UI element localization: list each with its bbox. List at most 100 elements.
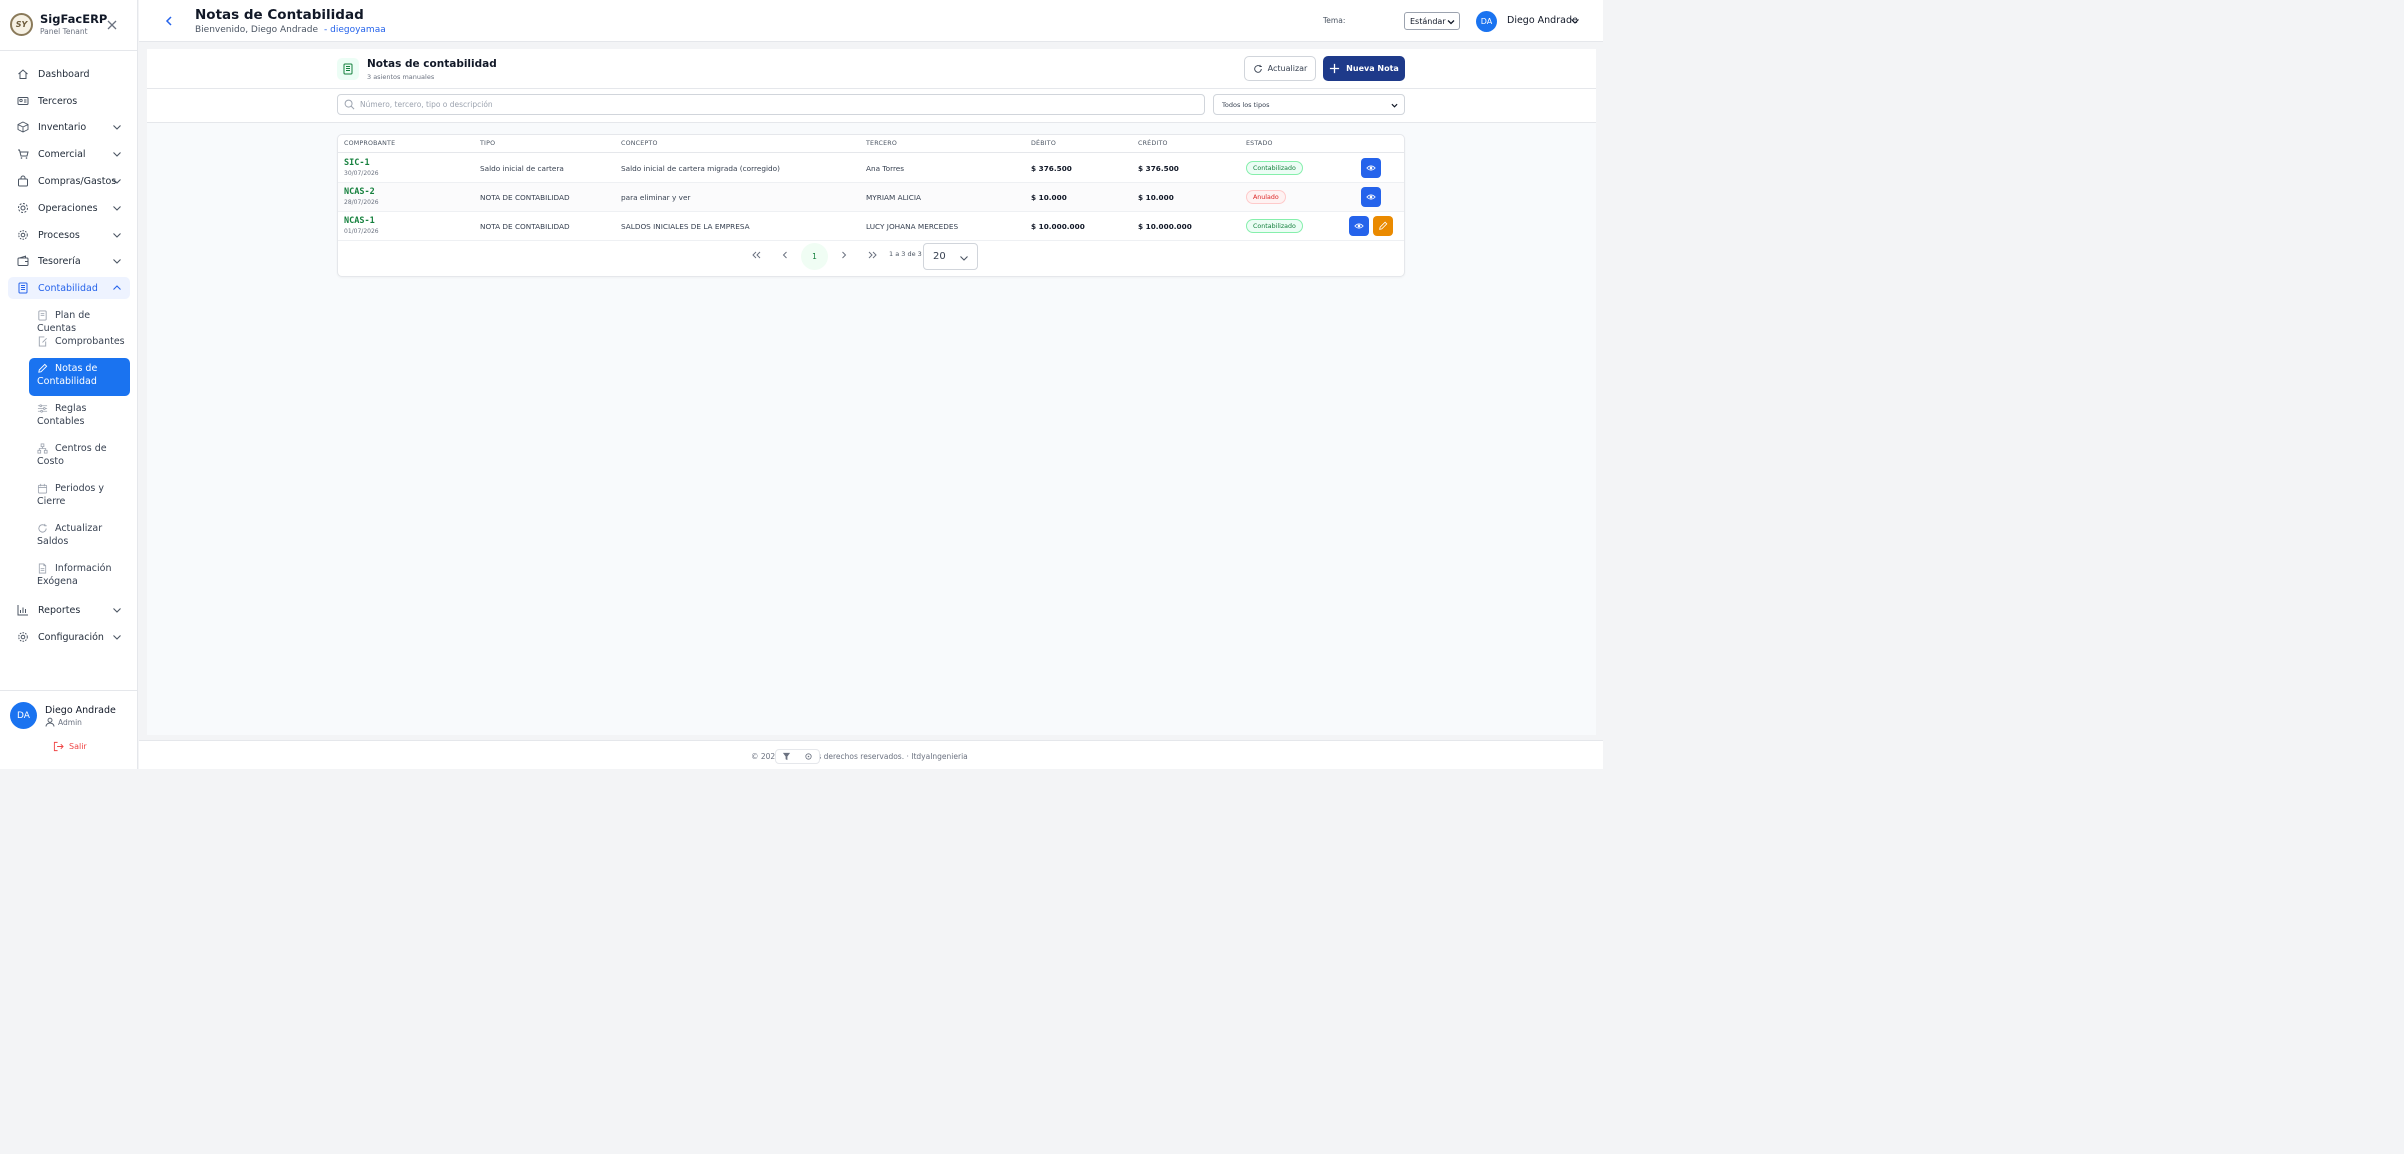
sidebar-subitem-label: Comprobantes bbox=[55, 336, 125, 347]
new-note-button-label: Nueva Nota bbox=[1346, 64, 1399, 73]
column-header: CONCEPTO bbox=[621, 140, 658, 147]
back-chevron-icon[interactable] bbox=[164, 15, 174, 27]
id-card-icon bbox=[17, 97, 29, 105]
sidebar-item-terceros[interactable]: Terceros bbox=[8, 90, 130, 112]
crosshair-icon[interactable] bbox=[804, 752, 813, 761]
sidebar-item-contabilidad[interactable]: Contabilidad bbox=[8, 277, 130, 299]
view-button[interactable] bbox=[1361, 158, 1381, 178]
chevron-down-icon bbox=[113, 259, 121, 264]
sidebar-item-procesos[interactable]: Procesos bbox=[8, 224, 130, 246]
prev-page-icon[interactable] bbox=[778, 248, 792, 262]
table-row[interactable]: NCAS-2 28/07/2026 NOTA DE CONTABILIDAD p… bbox=[338, 183, 1404, 212]
type-filter-select[interactable]: Todos los tipos bbox=[1213, 94, 1405, 115]
chevron-down-icon bbox=[113, 608, 121, 613]
voucher-code[interactable]: NCAS-1 bbox=[344, 216, 375, 226]
section-title: Notas de contabilidad bbox=[367, 58, 497, 70]
pagination: 1 1 a 3 de 3 20 bbox=[338, 241, 1404, 271]
row-concepto: Saldo inicial de cartera migrada (correg… bbox=[621, 164, 780, 173]
refresh-button[interactable]: Actualizar bbox=[1244, 56, 1316, 81]
table-row[interactable]: NCAS-1 01/07/2026 NOTA DE CONTABILIDAD S… bbox=[338, 212, 1404, 241]
row-tercero: LUCY JOHANA MERCEDES bbox=[866, 222, 959, 231]
table-row[interactable]: SIC-1 30/07/2026 Saldo inicial de carter… bbox=[338, 154, 1404, 183]
theme-select[interactable]: Estándar bbox=[1404, 12, 1460, 30]
pagination-info: 1 a 3 de 3 bbox=[889, 250, 922, 258]
last-page-icon[interactable] bbox=[866, 248, 880, 262]
table-header: COMPROBANTE TIPO CONCEPTO TERCERO DÉBITO… bbox=[338, 135, 1404, 153]
logout-button[interactable]: Salir bbox=[53, 741, 87, 752]
row-tercero: Ana Torres bbox=[866, 164, 905, 173]
edit-button[interactable] bbox=[1373, 216, 1393, 236]
top-header: Notas de Contabilidad Bienvenido, Diego … bbox=[139, 0, 1603, 42]
search-icon bbox=[344, 99, 355, 110]
chevron-down-icon bbox=[113, 125, 121, 130]
notes-table: COMPROBANTE TIPO CONCEPTO TERCERO DÉBITO… bbox=[337, 134, 1405, 277]
floating-toolbar[interactable] bbox=[775, 749, 820, 764]
column-header: DÉBITO bbox=[1031, 140, 1057, 147]
sidebar-subitem-informacion-exogena[interactable]: Información Exógena bbox=[29, 558, 130, 592]
sidebar-subitem-centros-de-costo[interactable]: Centros de Costo bbox=[29, 438, 130, 472]
header-user-name[interactable]: Diego Andrade bbox=[1507, 15, 1578, 26]
sidebar-subitem-reglas-contables[interactable]: Reglas Contables bbox=[29, 398, 130, 432]
sidebar-item-compras-gastos[interactable]: Compras/Gastos bbox=[8, 170, 130, 192]
page-size-select[interactable]: 20 bbox=[923, 243, 978, 270]
chevron-down-icon[interactable] bbox=[1570, 16, 1580, 26]
row-tipo: NOTA DE CONTABILIDAD bbox=[480, 193, 570, 202]
column-header: TIPO bbox=[480, 140, 496, 147]
close-icon[interactable] bbox=[106, 19, 118, 31]
tenant-link[interactable]: - diegoyamaa bbox=[324, 25, 386, 35]
search-input[interactable] bbox=[337, 94, 1205, 115]
row-concepto: para eliminar y ver bbox=[621, 193, 691, 202]
sidebar-item-dashboard[interactable]: Dashboard bbox=[8, 63, 130, 85]
row-debito: $ 10.000.000 bbox=[1031, 222, 1085, 231]
refresh-icon bbox=[1253, 64, 1262, 73]
row-tipo: Saldo inicial de cartera bbox=[480, 164, 564, 173]
plus-icon bbox=[1330, 63, 1340, 74]
page-subtitle: Bienvenido, Diego Andrade - diegoyamaa bbox=[195, 25, 386, 35]
sidebar-item-inventario[interactable]: Inventario bbox=[8, 116, 130, 138]
chevron-down-icon bbox=[1447, 20, 1455, 25]
sidebar-item-label: Compras/Gastos bbox=[38, 175, 117, 187]
voucher-date: 28/07/2026 bbox=[344, 199, 379, 206]
sidebar-subitem-periodos-y-cierre[interactable]: Periodos y Cierre bbox=[29, 478, 130, 512]
sidebar-divider bbox=[0, 690, 138, 691]
view-button[interactable] bbox=[1349, 216, 1369, 236]
pencil-icon bbox=[1379, 221, 1388, 230]
cog-icon bbox=[18, 230, 28, 240]
sidebar-item-operaciones[interactable]: Operaciones bbox=[8, 197, 130, 219]
sidebar-item-tesoreria[interactable]: Tesorería bbox=[8, 250, 130, 272]
new-note-button[interactable]: Nueva Nota bbox=[1323, 56, 1405, 81]
page-number-current[interactable]: 1 bbox=[801, 243, 828, 270]
sidebar-item-comercial[interactable]: Comercial bbox=[8, 143, 130, 165]
sidebar-user[interactable]: DA Diego Andrade Admin bbox=[10, 702, 116, 729]
column-header: TERCERO bbox=[866, 140, 897, 147]
filter-icon[interactable] bbox=[782, 752, 791, 761]
next-page-icon[interactable] bbox=[837, 248, 851, 262]
view-button[interactable] bbox=[1361, 187, 1381, 207]
sidebar-subitem-actualizar-saldos[interactable]: Actualizar Saldos bbox=[29, 518, 130, 552]
sidebar-subitem-comprobantes[interactable]: Comprobantes bbox=[29, 331, 130, 352]
sidebar-item-label: Configuración bbox=[38, 631, 104, 643]
chevron-down-icon bbox=[113, 179, 121, 184]
document-list-icon bbox=[343, 63, 353, 75]
document-edit-icon bbox=[38, 336, 47, 347]
section-count: 3 asientos manuales bbox=[367, 73, 435, 81]
sidebar-item-label: Procesos bbox=[38, 229, 80, 241]
voucher-code[interactable]: NCAS-2 bbox=[344, 187, 375, 197]
header-avatar[interactable]: DA bbox=[1476, 11, 1497, 32]
sidebar-user-role: Admin bbox=[45, 717, 116, 728]
sidebar-subitem-notas-de-contabilidad[interactable]: Notas de Contabilidad bbox=[29, 358, 130, 396]
first-page-icon[interactable] bbox=[749, 248, 763, 262]
brand-logo: SY bbox=[10, 13, 33, 36]
voucher-code[interactable]: SIC-1 bbox=[344, 158, 370, 168]
row-credito: $ 376.500 bbox=[1138, 164, 1179, 173]
sidebar-item-reportes[interactable]: Reportes bbox=[8, 599, 130, 621]
sliders-icon bbox=[37, 404, 48, 413]
avatar: DA bbox=[10, 702, 37, 729]
sidebar-item-label: Contabilidad bbox=[38, 282, 98, 294]
sidebar-item-configuracion[interactable]: Configuración bbox=[8, 626, 130, 648]
brand[interactable]: SY SigFacERP Panel Tenant bbox=[10, 12, 107, 37]
sidebar-item-label: Operaciones bbox=[38, 202, 98, 214]
welcome-text: Bienvenido, Diego Andrade bbox=[195, 25, 319, 35]
sidebar-subitem-label: Actualizar Saldos bbox=[37, 523, 103, 547]
row-debito: $ 376.500 bbox=[1031, 164, 1072, 173]
